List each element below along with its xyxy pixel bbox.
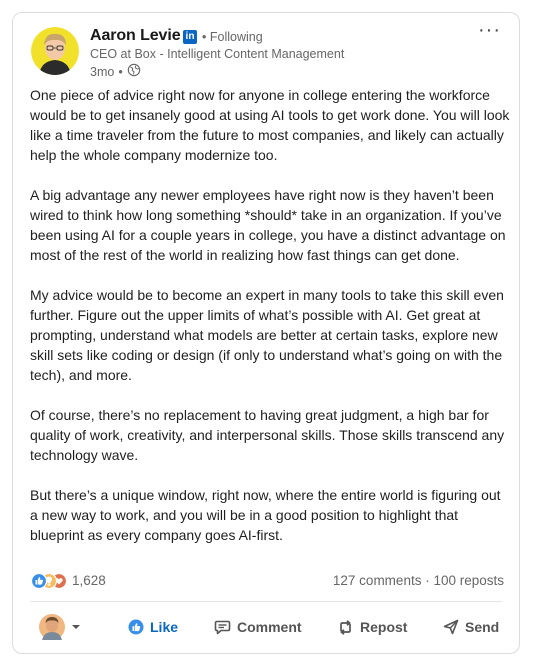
send-label: Send [465,619,500,635]
post-time: 3mo [90,64,115,79]
repost-label: Repost [360,619,408,635]
follow-status-label: Following [209,30,263,44]
post-paragraph: Of course, there’s no replacement to hav… [30,407,505,463]
user-avatar [39,614,65,640]
comment-label: Comment [237,619,302,635]
follow-status: • Following [202,30,263,44]
post-card: Aaron Levie in • Following CEO at Box - … [12,12,520,654]
more-icon[interactable]: ··· [478,19,501,42]
like-reaction-icon [30,572,48,590]
post-meta: 3mo • [90,63,141,80]
repost-button[interactable]: Repost [337,611,407,643]
author-name[interactable]: Aaron Levie [90,27,181,45]
author-headline: CEO at Box - Intelligent Content Managem… [90,47,345,61]
comment-icon [214,619,231,636]
send-icon [443,619,459,635]
bullet-separator: • [118,64,123,79]
reaction-count[interactable]: 1,628 [72,573,106,588]
like-button[interactable]: Like [128,611,178,643]
social-counts: 1,628 127 comments · 100 reposts [30,571,504,591]
post-paragraph: My advice would be to become an expert i… [30,287,504,383]
reaction-persona-selector[interactable] [39,611,83,643]
like-label: Like [150,619,179,635]
linkedin-icon: in [183,30,197,44]
divider [30,601,502,602]
comments-reposts-count[interactable]: 127 comments · 100 reposts [333,573,504,588]
globe-icon [127,63,141,80]
post-body: One piece of advice right now for anyone… [30,85,510,565]
caret-down-icon [69,620,83,634]
send-button[interactable]: Send [443,611,499,643]
post-paragraph: A big advantage any newer employees have… [30,187,506,263]
bullet-separator: • [202,30,210,44]
author-avatar[interactable] [31,27,79,75]
reaction-icons[interactable] [30,572,70,590]
post-paragraph: One piece of advice right now for anyone… [30,87,510,163]
repost-icon [337,619,354,636]
comment-button[interactable]: Comment [214,611,302,643]
action-bar: Like Comment Repost Send [31,611,503,643]
post-paragraph: But there’s a unique window, right now, … [30,487,501,543]
like-icon [128,619,144,635]
